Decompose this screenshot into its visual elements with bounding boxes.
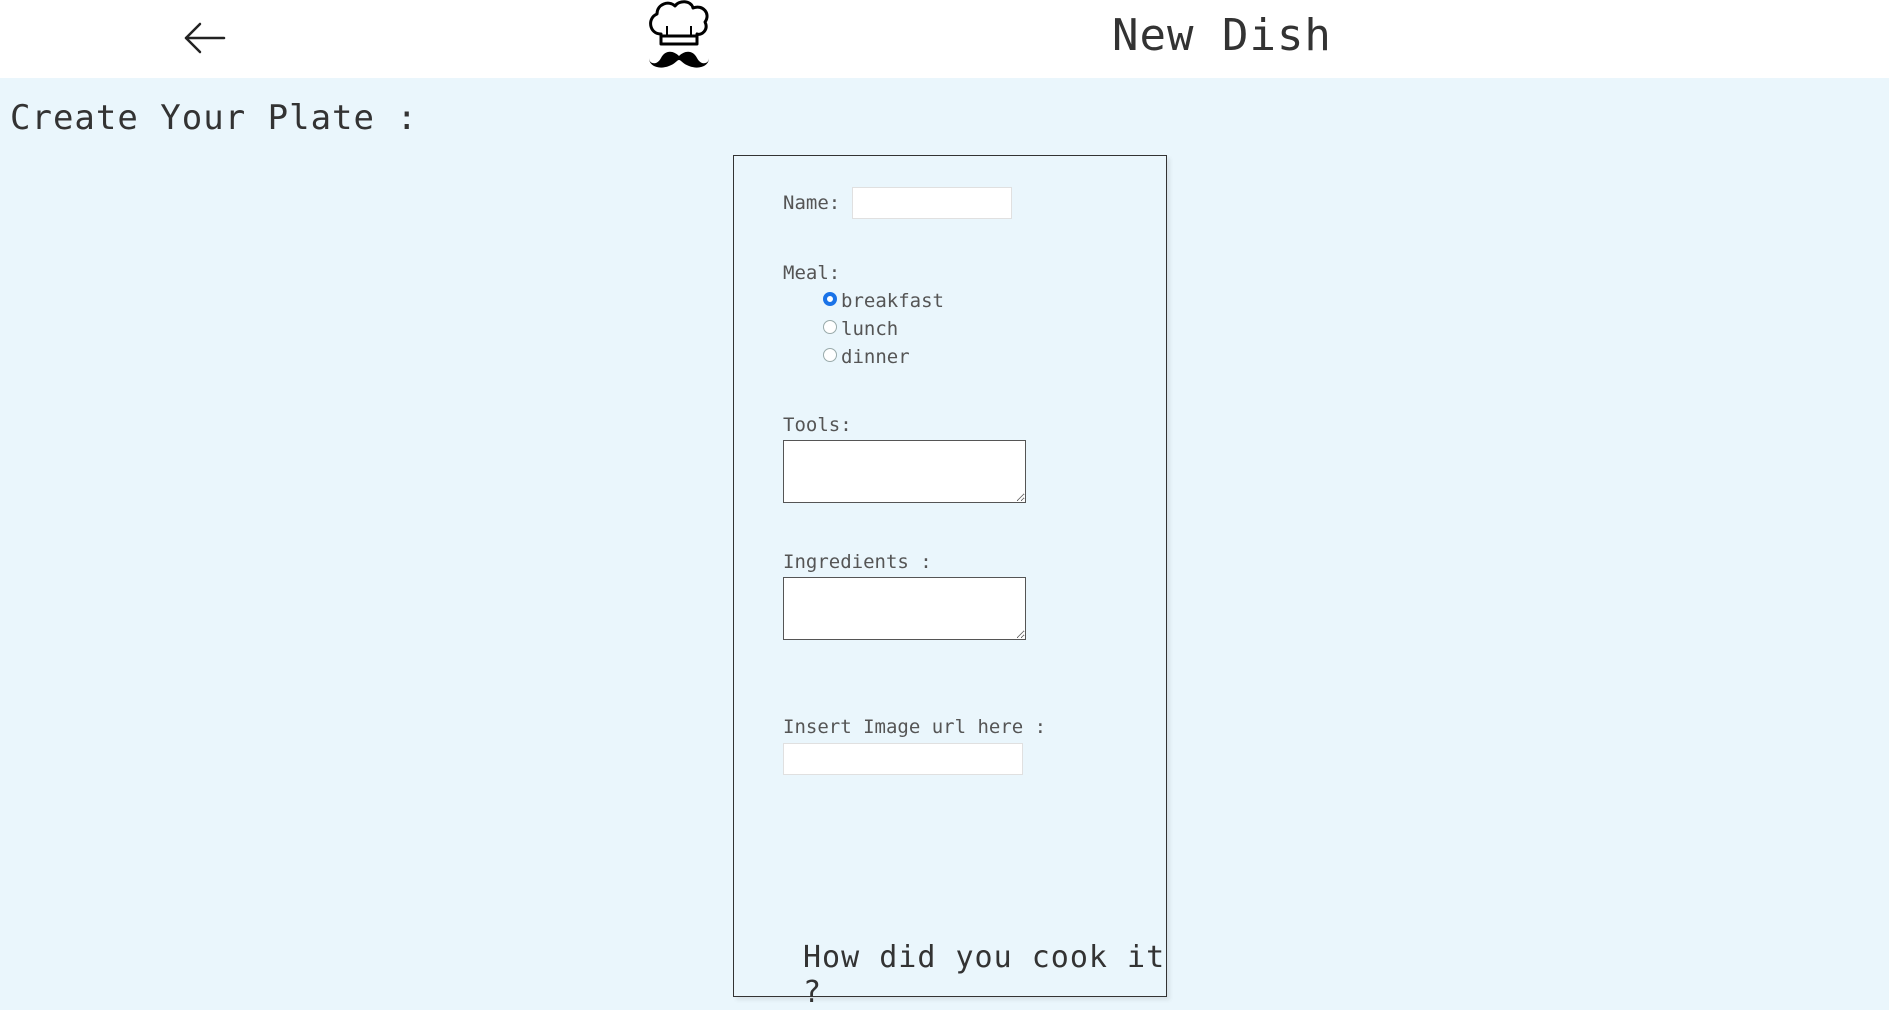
meal-option-label: lunch	[841, 318, 899, 340]
meal-option-dinner[interactable]: dinner	[823, 344, 910, 370]
meal-option-breakfast[interactable]: breakfast	[823, 288, 944, 314]
page-title: New Dish	[1112, 10, 1332, 61]
chef-hat-mustache-icon	[643, 0, 715, 72]
tools-textarea[interactable]	[783, 440, 1026, 503]
arrow-left-icon	[184, 22, 226, 54]
tools-label: Tools:	[783, 414, 852, 436]
name-input[interactable]	[852, 187, 1012, 219]
meal-option-label: breakfast	[841, 290, 944, 312]
image-url-input[interactable]	[783, 743, 1023, 775]
radio-button[interactable]	[823, 292, 837, 306]
radio-button[interactable]	[823, 348, 837, 362]
meal-option-lunch[interactable]: lunch	[823, 316, 898, 342]
name-label: Name:	[783, 192, 841, 214]
cook-method-heading: How did you cook it ?	[803, 940, 1166, 1010]
header-bar: New Dish	[0, 0, 1889, 78]
meal-label: Meal:	[783, 262, 841, 284]
radio-button[interactable]	[823, 320, 837, 334]
back-button[interactable]	[180, 18, 228, 58]
ingredients-label: Ingredients :	[783, 551, 932, 573]
meal-option-label: dinner	[841, 346, 910, 368]
image-url-label: Insert Image url here :	[783, 716, 1047, 738]
section-heading: Create Your Plate :	[10, 98, 418, 138]
ingredients-textarea[interactable]	[783, 577, 1026, 640]
new-dish-form: Name: Meal: breakfast lunch dinner Tools…	[733, 155, 1167, 1010]
